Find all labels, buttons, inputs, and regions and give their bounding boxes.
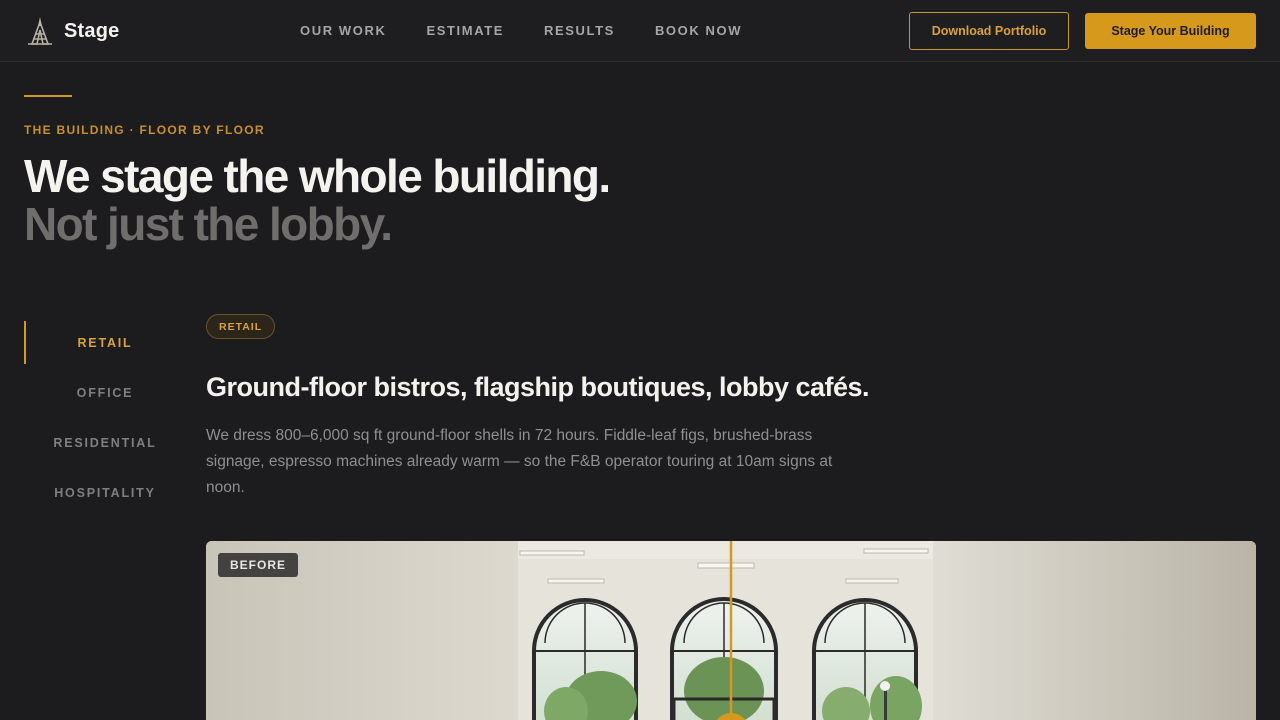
content-description: We dress 800–6,000 sq ft ground-floor sh… <box>206 427 833 496</box>
tower-icon <box>26 16 54 46</box>
nav-our-work[interactable]: OUR WORK <box>300 23 386 38</box>
top-navigation-bar: Stage OUR WORK ESTIMATE RESULTS BOOK NOW… <box>0 0 1280 62</box>
hero-eyebrow: THE BUILDING · FLOOR BY FLOOR <box>24 123 265 137</box>
hero-subheadline: Not just the lobby. <box>24 198 393 250</box>
tab-hospitality[interactable]: HOSPITALITY <box>24 471 184 514</box>
tab-residential[interactable]: RESIDENTIAL <box>24 421 184 464</box>
before-after-photo[interactable] <box>206 541 1256 720</box>
category-tabs: RETAIL OFFICE RESIDENTIAL HOSPITALITY <box>24 321 184 521</box>
tab-retail[interactable]: RETAIL <box>24 321 184 364</box>
content-title: Ground-floor bistros, flagship boutiques… <box>206 372 870 402</box>
brand-name: Stage <box>64 19 120 42</box>
empty-retail-space-image <box>206 541 1256 720</box>
nav-estimate[interactable]: ESTIMATE <box>426 23 504 38</box>
stage-your-building-button[interactable]: Stage Your Building <box>1085 13 1256 49</box>
main-nav: OUR WORK ESTIMATE RESULTS BOOK NOW <box>300 23 782 38</box>
category-pill: RETAIL <box>206 314 276 339</box>
nav-results[interactable]: RESULTS <box>544 23 615 38</box>
tab-office[interactable]: OFFICE <box>24 371 184 414</box>
arched-windows <box>532 597 922 720</box>
accent-divider <box>24 95 72 97</box>
before-label: BEFORE <box>218 553 299 577</box>
download-portfolio-button[interactable]: Download Portfolio <box>909 12 1069 50</box>
hero-headline: We stage the whole building. <box>24 150 611 202</box>
brand-logo[interactable]: Stage <box>26 16 119 46</box>
nav-book-now[interactable]: BOOK NOW <box>655 23 742 38</box>
